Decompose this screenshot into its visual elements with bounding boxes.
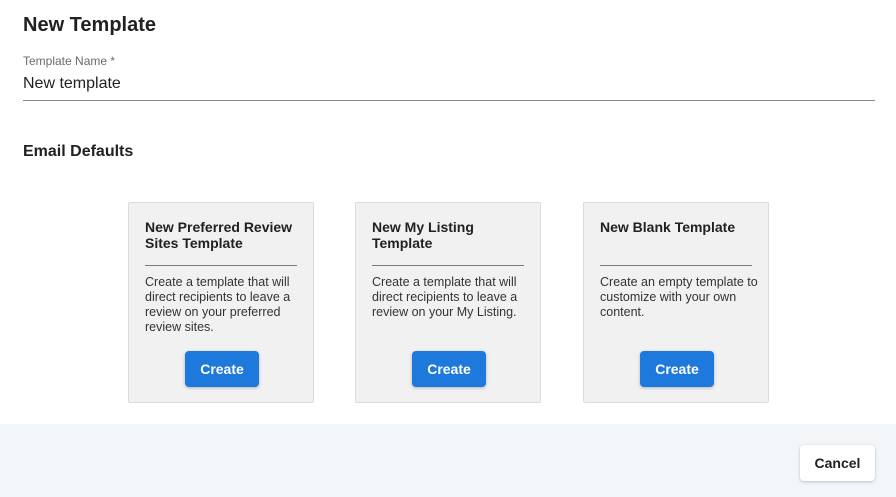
- dialog-title: New Template: [23, 14, 156, 36]
- card-divider: [145, 265, 297, 266]
- create-preferred-review-sites-template-button[interactable]: Create: [185, 351, 259, 387]
- new-template-dialog: New Template Template Name * Email Defau…: [0, 0, 896, 497]
- email-defaults-heading: Email Defaults: [23, 143, 134, 160]
- preferred-review-sites-template-card: New Preferred Review Sites Template Crea…: [128, 202, 314, 403]
- card-divider: [600, 265, 752, 266]
- card-title: New Blank Template: [600, 219, 736, 235]
- card-title: New My Listing Template: [372, 219, 474, 251]
- dialog-body: New Template Template Name * Email Defau…: [0, 0, 896, 424]
- card-description: Create an empty template to customize wi…: [600, 275, 758, 319]
- card-divider: [372, 265, 524, 266]
- template-name-input[interactable]: [23, 72, 875, 96]
- card-title: New Preferred Review Sites Template: [145, 219, 293, 251]
- my-listing-template-card: New My Listing Template Create a templat…: [355, 202, 541, 403]
- template-name-label: Template Name *: [23, 54, 116, 68]
- cancel-button[interactable]: Cancel: [800, 445, 875, 481]
- blank-template-card: New Blank Template Create an empty templ…: [583, 202, 769, 403]
- card-description: Create a template that will direct recip…: [372, 275, 518, 319]
- dialog-footer: Cancel: [0, 424, 896, 497]
- create-blank-template-button[interactable]: Create: [640, 351, 714, 387]
- create-my-listing-template-button[interactable]: Create: [412, 351, 486, 387]
- card-description: Create a template that will direct recip…: [145, 275, 291, 334]
- template-name-field: Template Name *: [23, 54, 875, 101]
